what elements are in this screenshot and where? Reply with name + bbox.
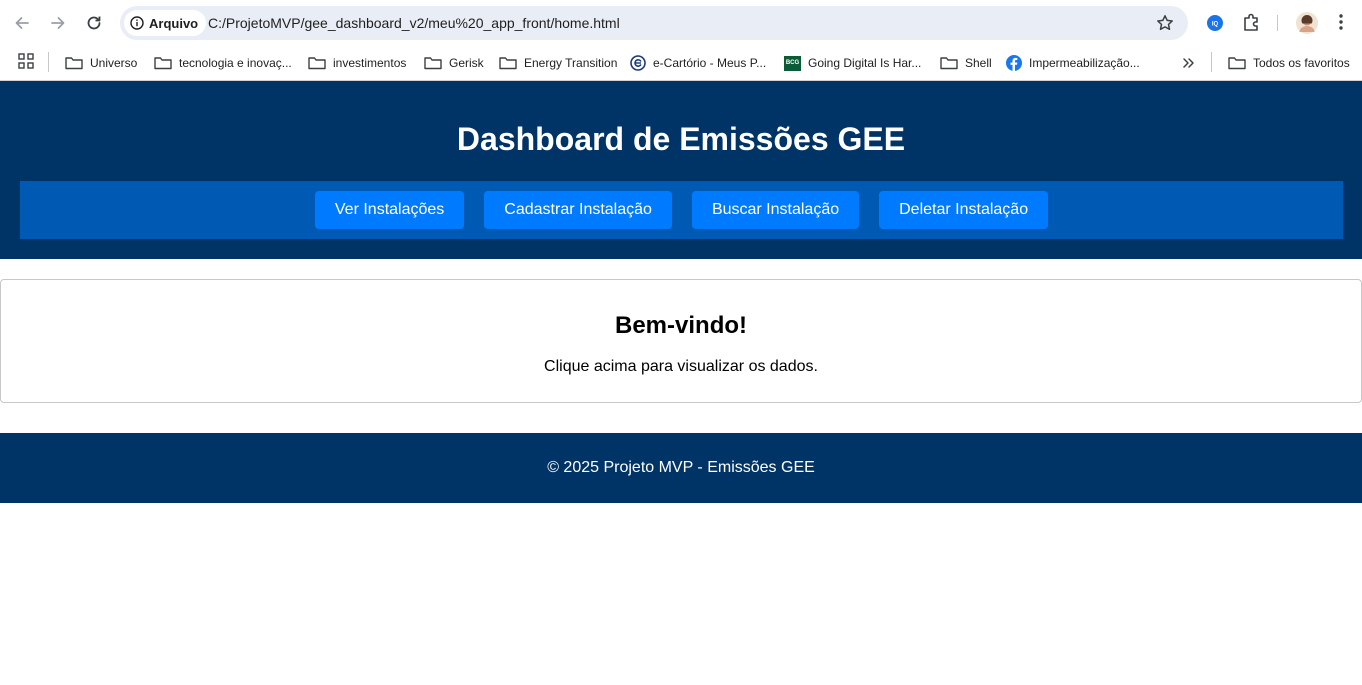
- chevron-double-right-icon[interactable]: [1182, 56, 1196, 70]
- bookmark-label: Shell: [965, 56, 992, 70]
- bookmark-folder-shell[interactable]: Shell: [940, 52, 992, 74]
- bookmark-label: Going Digital Is Har...: [808, 56, 922, 70]
- bookmark-folder-gerisk[interactable]: Gerisk: [424, 52, 484, 74]
- browser-toolbar: Arquivo C:/ProjetoMVP/gee_dashboard_v2/m…: [0, 0, 1362, 46]
- bookmarks-bar: Universo tecnologia e inovaç... investim…: [0, 46, 1362, 81]
- folder-icon: [308, 57, 326, 70]
- welcome-text: Clique acima para visualizar os dados.: [544, 358, 818, 375]
- page-title: Dashboard de Emissões GEE: [456, 121, 906, 157]
- bookmark-label: Gerisk: [449, 56, 484, 70]
- kebab-menu-icon[interactable]: [1332, 12, 1350, 32]
- bcg-icon: BCG: [784, 55, 801, 71]
- bookmark-impermeabilizacao[interactable]: Impermeabilização...: [1006, 52, 1140, 74]
- view-installations-button[interactable]: Ver Instalações: [314, 191, 465, 229]
- bookmark-label: e-Cartório - Meus P...: [653, 56, 767, 70]
- bookmark-going-digital[interactable]: BCG Going Digital Is Har...: [784, 52, 921, 74]
- bookmark-label: investimentos: [333, 56, 407, 70]
- bookmark-label: Energy Transition: [524, 56, 618, 70]
- address-bar[interactable]: Arquivo C:/ProjetoMVP/gee_dashboard_v2/m…: [120, 6, 1188, 40]
- register-installation-button[interactable]: Cadastrar Instalação: [484, 191, 672, 229]
- page-header: Dashboard de Emissões GEE Ver Instalaçõe…: [0, 81, 1362, 259]
- forward-arrow-icon: [51, 17, 65, 29]
- footer-text: © 2025 Projeto MVP - Emissões GEE: [547, 459, 815, 476]
- all-bookmarks-folder[interactable]: Todos os favoritos: [1228, 52, 1350, 74]
- folder-icon: [940, 57, 958, 70]
- search-installation-button[interactable]: Buscar Instalação: [691, 191, 860, 229]
- back-arrow-icon: [15, 17, 29, 29]
- forward-button[interactable]: [44, 9, 72, 37]
- bookmark-label: tecnologia e inovaç...: [179, 56, 292, 70]
- welcome-panel: Bem-vindo! Clique acima para visualizar …: [0, 279, 1362, 403]
- svg-text:IQ: IQ: [1212, 22, 1219, 28]
- reload-button[interactable]: [80, 9, 108, 37]
- extension-iq-icon[interactable]: IQ: [1206, 14, 1224, 32]
- bookmarks-separator: [1211, 52, 1212, 72]
- ecartorio-icon: [630, 55, 646, 71]
- page-footer: © 2025 Projeto MVP - Emissões GEE: [0, 433, 1362, 503]
- site-info-chip[interactable]: Arquivo: [124, 10, 207, 36]
- welcome-title: Bem-vindo!: [615, 312, 747, 339]
- info-icon: [130, 16, 144, 30]
- bookmark-folder-investimentos[interactable]: investimentos: [308, 52, 406, 74]
- bookmark-ecartorio[interactable]: e-Cartório - Meus P...: [630, 52, 766, 74]
- reload-icon: [87, 16, 101, 30]
- folder-icon: [65, 57, 83, 70]
- bookmarks-separator: [48, 52, 49, 72]
- folder-icon: [1228, 57, 1246, 70]
- bookmark-label: Universo: [90, 56, 138, 70]
- bookmark-folder-energy-transition[interactable]: Energy Transition: [499, 52, 617, 74]
- url-text[interactable]: C:/ProjetoMVP/gee_dashboard_v2/meu%20_ap…: [208, 15, 620, 31]
- delete-installation-button[interactable]: Deletar Instalação: [879, 191, 1049, 229]
- avatar[interactable]: [1296, 12, 1318, 34]
- toolbar-separator: [1277, 15, 1278, 31]
- folder-icon: [499, 57, 517, 70]
- apps-grid-icon[interactable]: [18, 53, 34, 69]
- facebook-icon: [1006, 55, 1022, 71]
- folder-icon: [154, 57, 172, 70]
- folder-icon: [424, 57, 442, 70]
- back-button[interactable]: [8, 9, 36, 37]
- puzzle-icon[interactable]: [1242, 12, 1262, 32]
- site-info-label: Arquivo: [149, 15, 199, 31]
- bookmark-label: Impermeabilização...: [1029, 56, 1140, 70]
- all-bookmarks-label: Todos os favoritos: [1253, 56, 1350, 70]
- bookmark-folder-tecnologia[interactable]: tecnologia e inovaç...: [154, 52, 292, 74]
- main-nav: Ver Instalações Cadastrar Instalação Bus…: [20, 181, 1343, 239]
- star-icon[interactable]: [1156, 14, 1174, 32]
- bookmark-folder-universo[interactable]: Universo: [65, 52, 137, 74]
